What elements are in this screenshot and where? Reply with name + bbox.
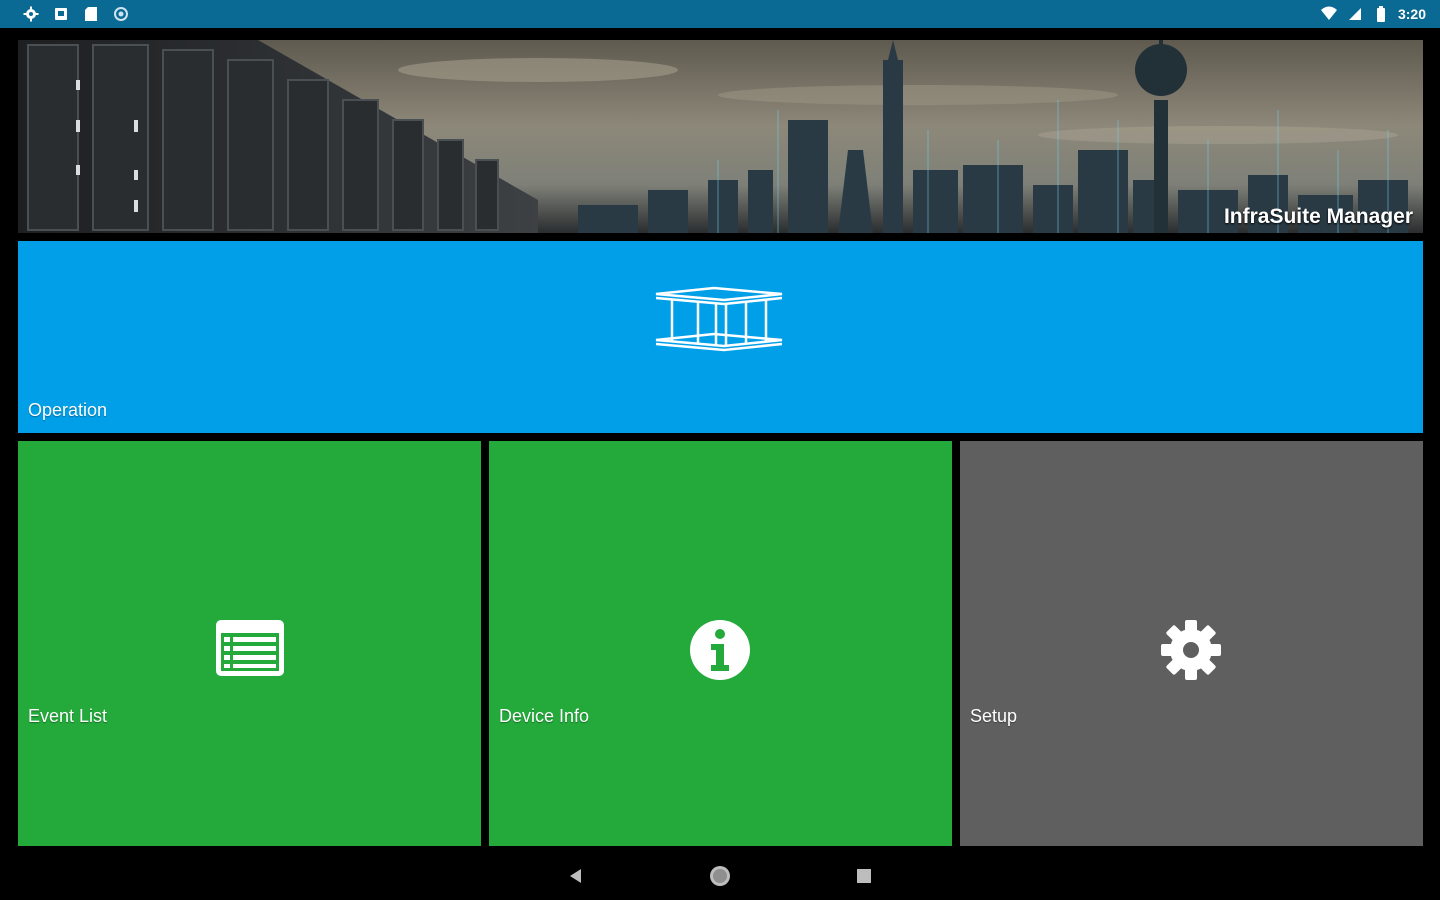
recents-icon[interactable]: [852, 864, 876, 888]
home-icon[interactable]: [708, 864, 732, 888]
back-icon[interactable]: [564, 864, 588, 888]
device-info-label: Device Info: [499, 706, 590, 726]
photo-icon: [52, 5, 70, 23]
operation-label: Operation: [28, 400, 108, 420]
sd-card-icon: [82, 5, 100, 23]
rack-frame-icon: [654, 284, 786, 359]
setup-tile[interactable]: Setup: [960, 441, 1423, 846]
device-info-tile[interactable]: Device Info: [489, 441, 952, 846]
settings-icon: [22, 5, 40, 23]
battery-icon: [1372, 5, 1390, 23]
operation-tile[interactable]: Operation: [18, 241, 1423, 433]
sync-icon: [112, 5, 130, 23]
wifi-icon: [1320, 5, 1338, 23]
event-list-label: Event List: [28, 706, 108, 726]
setup-label: Setup: [970, 706, 1018, 726]
gear-icon: [1160, 619, 1222, 686]
event-list-tile[interactable]: Event List: [18, 441, 481, 846]
header-banner: InfraSuite Manager: [18, 40, 1423, 233]
app-title: InfraSuite Manager: [1223, 205, 1413, 228]
status-time: 3:20: [1397, 6, 1426, 22]
list-icon: [215, 619, 285, 682]
info-icon: [689, 619, 751, 686]
signal-icon: [1346, 5, 1364, 23]
status-bar: 3:20: [0, 0, 1440, 28]
navigation-bar: [0, 852, 1440, 900]
city-skyline-image: [18, 40, 1423, 233]
